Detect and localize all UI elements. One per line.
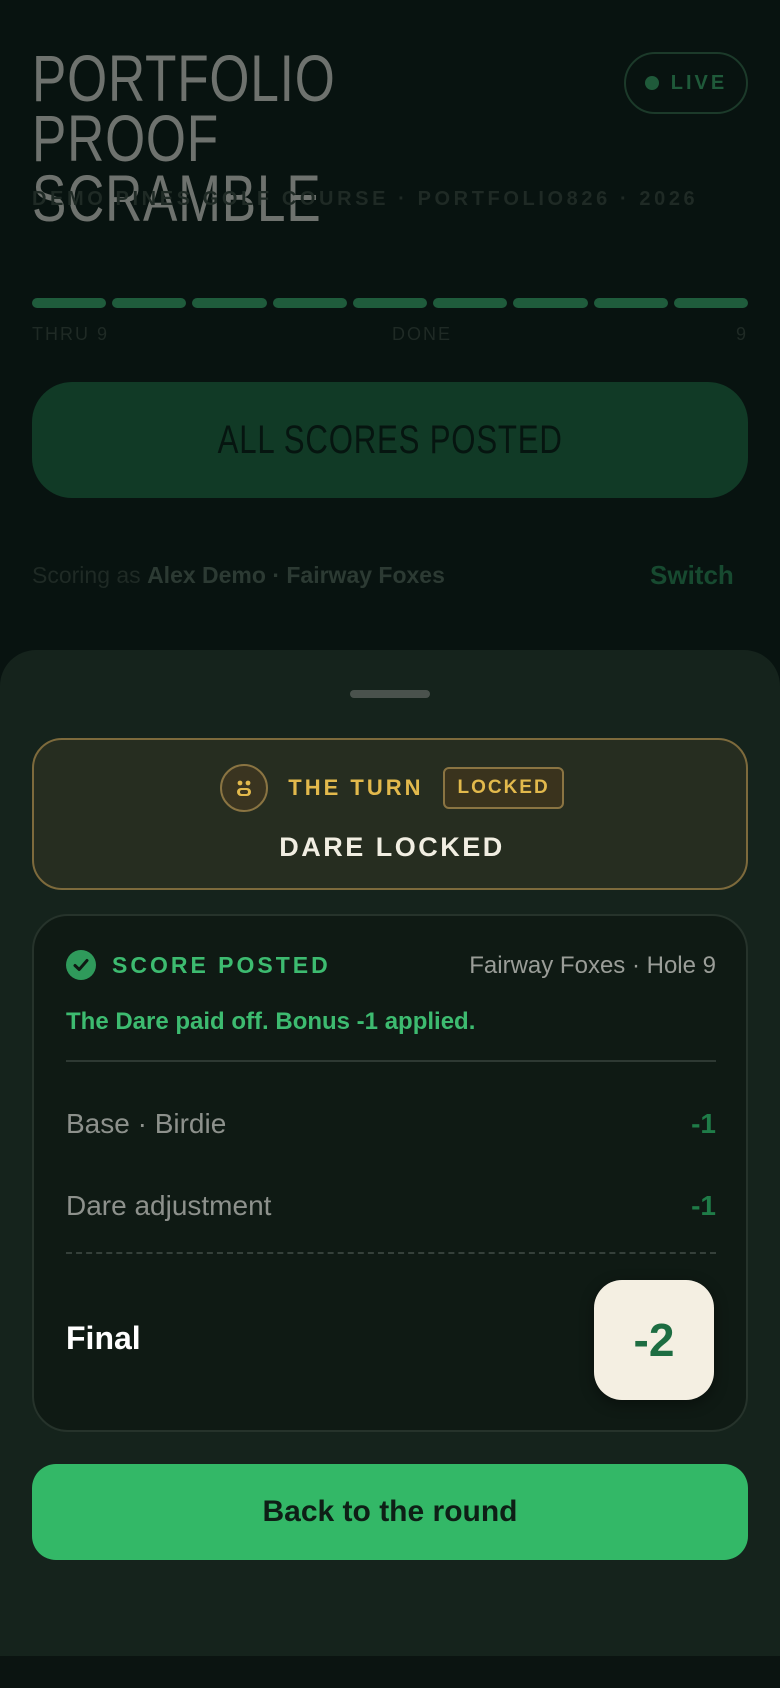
divider	[66, 1060, 716, 1062]
progress-segment	[112, 298, 187, 308]
progress-segment	[433, 298, 508, 308]
dashed-divider	[66, 1252, 716, 1254]
course-subtitle: DEMO PINES GOLF COURSE · PORTFOLIO826 · …	[32, 188, 699, 210]
the-turn-card: THE TURN LOCKED DARE LOCKED	[32, 738, 748, 890]
live-label: LIVE	[670, 71, 728, 94]
score-line-value: -1	[691, 1190, 716, 1221]
team-hole-label: Fairway Foxes · Hole 9	[469, 952, 716, 979]
locked-badge: LOCKED	[443, 767, 564, 809]
progress-segment	[593, 298, 668, 308]
progress-segment	[192, 298, 267, 308]
score-posted-label: SCORE POSTED	[112, 952, 331, 978]
progress-labels: THRU 9 DONE 9	[32, 324, 748, 348]
the-turn-header: THE TURN LOCKED	[34, 764, 750, 812]
scoring-as-player-team: Alex Demo · Fairway Foxes	[147, 562, 445, 588]
all-scores-posted-button[interactable]: ALL SCORES POSTED	[32, 382, 748, 498]
dare-result-message: The Dare paid off. Bonus -1 applied.	[66, 1008, 476, 1035]
score-result-sheet: THE TURN LOCKED DARE LOCKED SCORE POSTED…	[0, 650, 780, 1656]
progress-thru-label: THRU 9	[32, 324, 110, 344]
final-score-chip: -2	[594, 1280, 714, 1400]
progress-segment	[32, 298, 107, 308]
progress-segment	[352, 298, 428, 308]
scoring-as-text: Scoring as Alex Demo · Fairway Foxes	[32, 562, 445, 589]
check-icon	[66, 950, 96, 980]
progress-segment	[272, 298, 347, 308]
score-posted-card: SCORE POSTED Fairway Foxes · Hole 9 The …	[32, 914, 748, 1432]
score-line-value: -1	[691, 1108, 716, 1139]
final-label: Final	[66, 1320, 141, 1356]
live-dot-icon	[644, 76, 659, 90]
score-line-dare-adjustment: Dare adjustment -1	[66, 1190, 716, 1230]
progress-segment	[673, 298, 748, 308]
back-to-round-button[interactable]: Back to the round	[32, 1464, 748, 1560]
the-turn-label: THE TURN	[288, 775, 424, 800]
live-badge: LIVE	[624, 52, 748, 114]
dare-locked-status: DARE LOCKED	[279, 832, 505, 862]
switch-button[interactable]: Switch	[650, 560, 734, 591]
score-posted-header: SCORE POSTED Fairway Foxes · Hole 9	[66, 950, 716, 982]
score-line-label: Base · Birdie	[66, 1108, 227, 1139]
score-line-base: Base · Birdie -1	[66, 1108, 716, 1148]
bottom-nav-strip	[0, 1656, 780, 1688]
score-line-label: Dare adjustment	[66, 1190, 272, 1221]
progress-count-label: 9	[735, 324, 748, 344]
progress-segment	[513, 298, 588, 308]
scoring-as-prefix: Scoring as	[32, 562, 141, 588]
sheet-drag-handle[interactable]	[350, 690, 430, 698]
all-scores-posted-label: ALL SCORES POSTED	[217, 417, 563, 462]
progress-done-label: DONE	[392, 324, 453, 344]
hole-progress-bar	[32, 298, 748, 308]
dare-face-icon	[220, 764, 269, 812]
